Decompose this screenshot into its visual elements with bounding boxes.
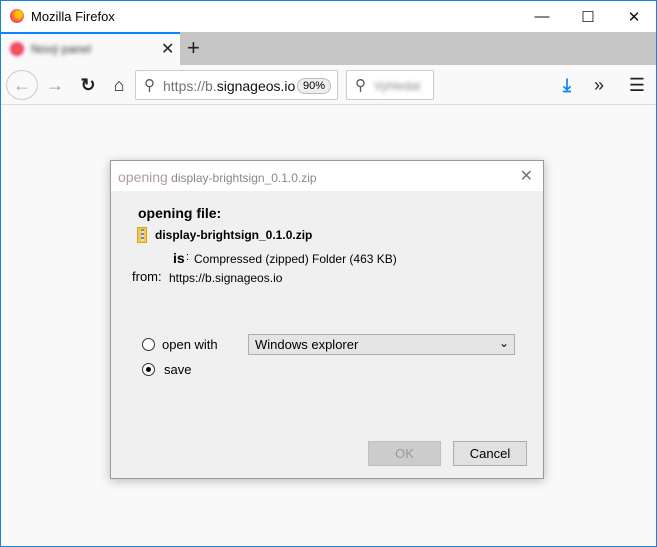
reload-button[interactable]: ↻ bbox=[76, 70, 100, 100]
dialog-heading: opening file: bbox=[138, 205, 222, 221]
save-radio[interactable] bbox=[142, 363, 155, 376]
save-label[interactable]: save bbox=[164, 362, 191, 377]
url-bar[interactable]: ⚲ https://b.signageos.io 90% bbox=[135, 70, 338, 100]
url-text[interactable]: https://b.signageos.io bbox=[163, 78, 295, 94]
downloads-icon[interactable]: ⤓ bbox=[555, 70, 579, 100]
dialog-title: opening display-brightsign_0.1.0.zip bbox=[118, 169, 317, 185]
from-url: https://b.signageos.io bbox=[169, 271, 283, 285]
window-title: Mozilla Firefox bbox=[31, 9, 115, 24]
zip-file-icon bbox=[137, 227, 147, 243]
search-input[interactable]: ⚲ Vyhledat bbox=[346, 70, 434, 100]
ok-button[interactable]: OK bbox=[368, 441, 441, 466]
tab-title: Nový panel bbox=[31, 42, 92, 56]
forward-button[interactable]: → bbox=[43, 70, 67, 100]
tab-new[interactable]: Nový panel ✕ bbox=[1, 32, 180, 65]
file-name: display-brightsign_0.1.0.zip bbox=[155, 228, 313, 242]
overflow-menu-icon[interactable]: » bbox=[587, 70, 611, 100]
open-with-radio[interactable] bbox=[142, 338, 155, 351]
search-placeholder: Vyhledat bbox=[374, 79, 421, 93]
file-type: Compressed (zipped) Folder (463 KB) bbox=[194, 252, 397, 266]
is-label: is bbox=[173, 250, 185, 266]
search-icon: ⚲ bbox=[144, 77, 155, 94]
maximize-button[interactable]: ☐ bbox=[565, 1, 611, 32]
dialog-close-icon[interactable]: ✕ bbox=[520, 166, 533, 186]
minimize-button[interactable]: — bbox=[519, 1, 565, 32]
tab-bar: Nový panel ✕ + bbox=[1, 32, 656, 65]
title-bar: Mozilla Firefox — ☐ ✕ bbox=[1, 1, 656, 32]
close-tab-icon[interactable]: ✕ bbox=[161, 39, 174, 59]
search-icon: ⚲ bbox=[355, 77, 366, 94]
open-with-select[interactable]: Windows explorer ⌄ bbox=[248, 334, 515, 355]
back-button[interactable]: ← bbox=[6, 70, 38, 100]
new-tab-button[interactable]: + bbox=[187, 35, 200, 61]
open-with-label[interactable]: open with bbox=[162, 337, 218, 352]
close-window-button[interactable]: ✕ bbox=[611, 1, 657, 32]
home-button[interactable]: ⌂ bbox=[107, 70, 131, 100]
dialog-header: opening display-brightsign_0.1.0.zip ✕ bbox=[111, 161, 543, 191]
hamburger-menu-icon[interactable]: ☰ bbox=[625, 70, 649, 100]
zoom-level-badge[interactable]: 90% bbox=[296, 78, 331, 94]
from-label: from: bbox=[132, 269, 162, 284]
chevron-down-icon: ⌄ bbox=[498, 336, 509, 350]
firefox-logo-icon bbox=[10, 9, 24, 23]
open-file-dialog: opening display-brightsign_0.1.0.zip ✕ o… bbox=[110, 160, 544, 479]
nav-bar: ← → ↻ ⌂ ⚲ https://b.signageos.io 90% ⚲ V… bbox=[1, 65, 656, 105]
tab-favicon-icon bbox=[10, 42, 24, 56]
cancel-button[interactable]: Cancel bbox=[453, 441, 527, 466]
